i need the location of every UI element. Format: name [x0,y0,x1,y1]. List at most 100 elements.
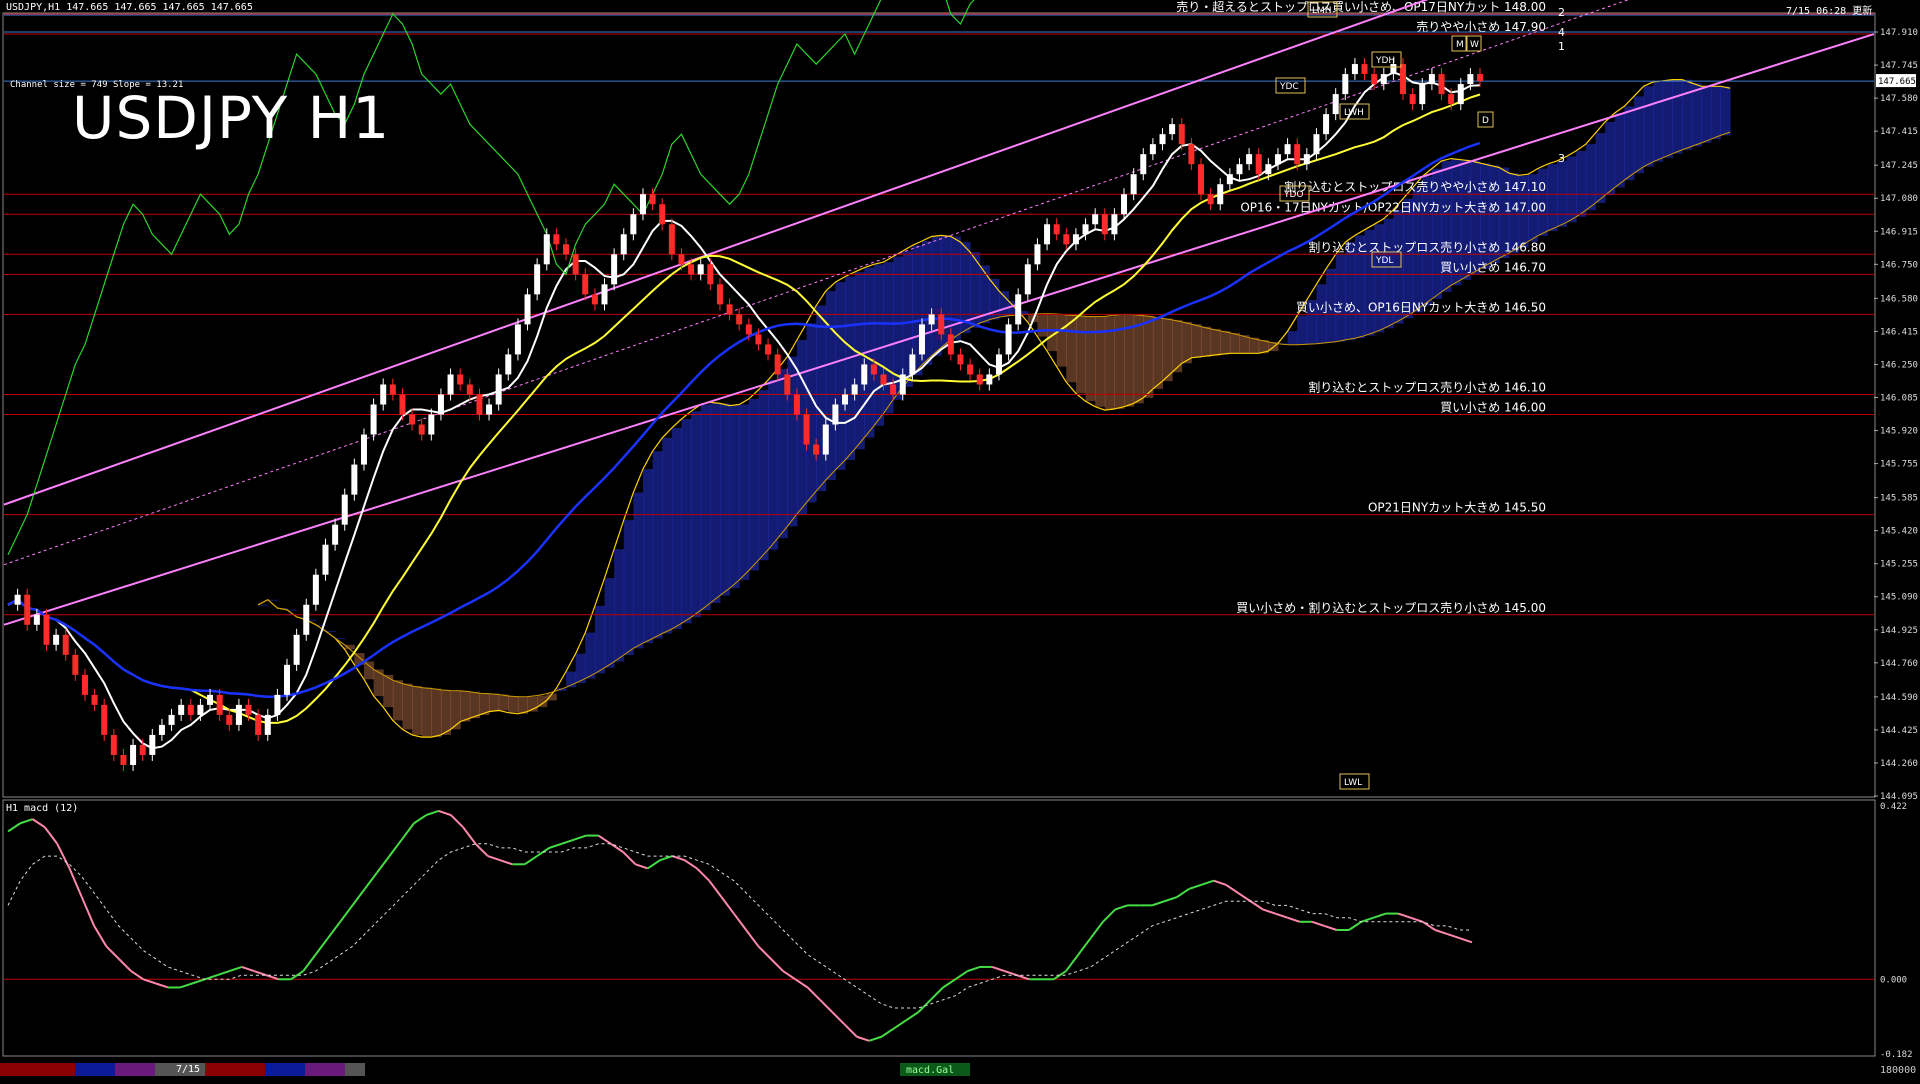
macd-gal-label: macd.Gal [906,1065,955,1076]
kumo-segment [642,469,654,644]
kumo-segment [1181,321,1192,364]
macd-tick-label: 0.000 [1880,975,1907,985]
candle-body [1419,84,1426,105]
candle-body [110,734,117,755]
candle-body [399,394,406,415]
kumo-segment [873,264,885,426]
candle-body [620,234,627,255]
candle-body [572,254,579,275]
candle-body [1438,74,1445,95]
kumo-segment [835,282,846,470]
candle-body [53,634,60,645]
candle-body [14,594,21,605]
candle-body [1226,174,1233,185]
kumo-segment [1345,242,1356,340]
candle-body [1313,134,1320,155]
candle-body [33,614,40,625]
candle-body [1053,224,1060,235]
candle-body [1409,94,1416,105]
candle-body [255,714,262,735]
price-tick-label: 146.250 [1880,360,1918,370]
candle-body [976,374,983,385]
projection-label: 4 [1558,26,1565,39]
price-tick-label: 146.580 [1880,294,1918,304]
candle-body [62,634,69,655]
candle-body [832,404,839,425]
candle-body [332,524,339,545]
price-tick-label: 147.580 [1880,94,1918,104]
candle-body [1130,174,1137,195]
candle-body [235,704,242,725]
kumo-segment [1605,121,1616,196]
candle-body [437,394,444,415]
price-tick-label: 145.255 [1880,560,1918,570]
marker-label: D [1482,116,1489,126]
kumo-segment [450,690,461,730]
candle-body [822,424,829,455]
candle-body [601,284,608,305]
candle-body [1236,164,1243,175]
kumo-segment [1653,81,1664,162]
kumo-segment [1191,324,1202,358]
candle-body [1207,194,1214,205]
symbol-header: USDJPY,H1 147.665 147.665 147.665 147.66… [6,2,253,13]
marker-label: M [1456,40,1464,50]
kumo-segment [768,380,779,550]
candle-body [1371,74,1378,85]
kumo-segment [1075,315,1087,394]
candle-body [24,594,31,625]
candle-body [428,414,435,435]
level-label: 割り込むとストップロス売りやや小さめ 147.10 [1284,179,1546,194]
marker-label: YDC [1279,82,1299,92]
price-tick-label: 147.415 [1880,127,1918,137]
datetime-label: 7/15 06:28 更新 [1786,6,1873,17]
bottom-seg-1 [0,1063,75,1076]
candle-body [611,254,618,285]
candle-body [918,324,925,355]
kumo-segment [1682,79,1693,150]
candle-body [861,364,868,385]
candle-body [1005,324,1012,355]
candle-body [216,694,223,715]
price-tick-label: 144.425 [1880,726,1918,736]
candle-body [880,374,887,385]
projection-label: 3 [1558,152,1565,165]
kumo-segment [1162,318,1173,382]
candle-body [284,664,291,695]
candle-body [803,414,810,445]
candle-body [1217,184,1224,205]
candle-body [774,354,781,375]
candle-body [947,334,954,355]
candle-body [1159,134,1166,145]
candle-body [1169,124,1176,135]
kumo-segment [845,276,856,461]
candle-body [197,704,204,715]
candle-body [1140,154,1147,175]
level-label: OP21日NYカット大きめ 145.50 [1368,501,1546,515]
candle-body [476,394,483,415]
price-tick-label: 146.415 [1880,327,1918,337]
price-chart[interactable]: 売り・超えるとストップロス買い小さめ、OP17日NYカット 148.00売りやや… [0,0,1920,1080]
kumo-segment [1152,316,1164,389]
candle-body [1265,164,1272,175]
kumo-segment [1691,82,1702,147]
candle-body [707,264,714,285]
kumo-segment [412,686,423,735]
candle-body [697,264,704,275]
level-label: 割り込むとストップロス売り小さめ 146.80 [1308,239,1546,254]
candle-body [765,344,772,355]
candle-body [293,634,300,665]
candle-body [447,374,454,395]
macd-label: H1 macd (12) [6,803,79,814]
price-tick-label: 145.090 [1880,593,1918,603]
kumo-segment [1143,315,1154,398]
kumo-segment [1576,150,1587,217]
candle-body [1274,154,1281,165]
kumo-segment [1085,316,1096,402]
level-label: 買い小さめ、OP16日NYカット大きめ 146.50 [1296,300,1546,314]
price-tick-label: 144.760 [1880,659,1918,669]
level-label: 買い小さめ・割り込むとストップロス売り小さめ 145.00 [1236,600,1546,615]
candle-body [418,424,425,435]
candle-body [1034,244,1041,265]
candle-body [457,374,464,385]
